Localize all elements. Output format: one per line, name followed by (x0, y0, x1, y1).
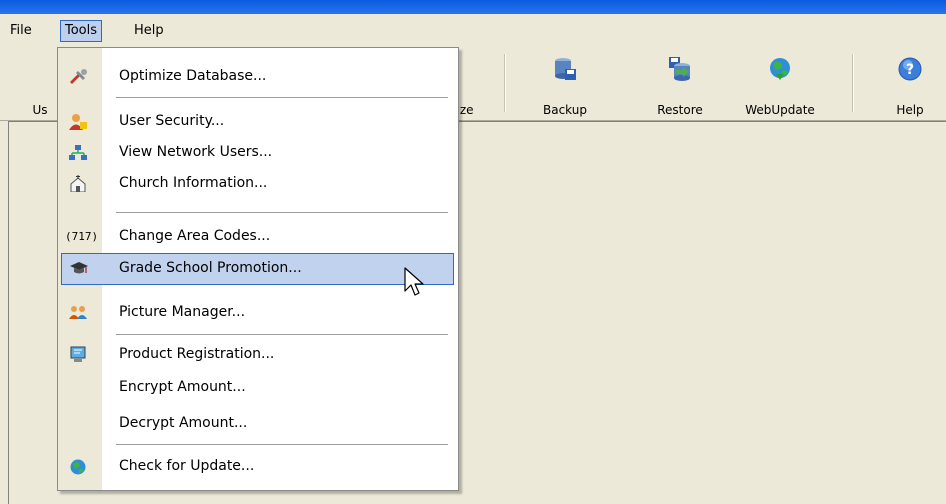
menu-item-grade-school-promotion[interactable]: Grade School Promotion... (61, 253, 454, 285)
user-lock-icon (69, 114, 87, 130)
menu-item-label: Optimize Database... (119, 68, 267, 84)
menu-item-decrypt-amount[interactable]: Decrypt Amount... (58, 408, 458, 438)
area-code-icon: (717) (65, 230, 99, 243)
menu-item-label: User Security... (119, 113, 225, 129)
menu-item-check-for-update[interactable]: Check for Update... (58, 451, 458, 481)
menu-item-view-network-users[interactable]: View Network Users... (58, 137, 458, 167)
graduation-cap-icon (70, 262, 88, 274)
people-icon (69, 306, 87, 319)
database-backup-icon (555, 58, 576, 80)
toolbar-backup-button[interactable]: Backup (530, 48, 600, 120)
help-icon: ? (898, 57, 922, 81)
menu-file[interactable]: File (6, 21, 36, 41)
title-bar (0, 0, 946, 14)
menu-item-church-information[interactable]: Church Information... (58, 168, 458, 198)
menu-item-picture-manager[interactable]: Picture Manager... (58, 297, 458, 327)
toolbar-restore-button[interactable]: Restore (645, 48, 715, 120)
globe-update-icon (770, 58, 790, 80)
tools-dropdown-menu: Optimize Database... User Security... Vi… (57, 47, 459, 491)
toolbar-button-label: Us (32, 103, 48, 117)
menu-separator (116, 212, 448, 214)
menu-separator (116, 334, 448, 336)
toolbar-help-button[interactable]: ? Help (880, 48, 940, 120)
toolbar-button-label: Help (896, 103, 924, 117)
network-icon (69, 145, 87, 160)
menu-item-optimize-database[interactable]: Optimize Database... (58, 61, 458, 91)
toolbar-separator (504, 54, 506, 112)
menu-item-label: Picture Manager... (119, 304, 246, 320)
toolbar-users-button[interactable]: Us (20, 48, 60, 120)
menu-item-label: Change Area Codes... (119, 228, 271, 244)
menu-tools[interactable]: Tools (60, 20, 103, 42)
menu-item-label: View Network Users... (119, 144, 273, 160)
menu-item-product-registration[interactable]: Product Registration... (58, 339, 458, 369)
mouse-cursor-icon (404, 267, 424, 296)
globe-icon (70, 459, 86, 475)
registration-icon (70, 346, 86, 362)
menu-item-label: Grade School Promotion... (119, 260, 302, 276)
toolbar-button-label: WebUpdate (745, 103, 815, 117)
database-restore-icon (669, 57, 690, 81)
church-icon (70, 175, 86, 192)
menu-help[interactable]: Help (130, 21, 168, 41)
menu-item-label: Church Information... (119, 175, 268, 191)
menu-item-user-security[interactable]: User Security... (58, 106, 458, 136)
toolbar-button-label: Backup (543, 103, 587, 117)
menu-item-label: Encrypt Amount... (119, 379, 246, 395)
toolbar-button-label: Restore (657, 103, 703, 117)
menu-item-label: Product Registration... (119, 346, 275, 362)
toolbar-webupdate-button[interactable]: WebUpdate (740, 48, 820, 120)
toolbar-separator (852, 54, 854, 112)
svg-text:?: ? (906, 62, 914, 78)
wrench-tools-icon (70, 69, 87, 84)
menu-item-label: Check for Update... (119, 458, 255, 474)
menu-item-change-area-codes[interactable]: (717) Change Area Codes... (58, 221, 458, 251)
menu-bar: File Tools Help (0, 14, 946, 48)
menu-separator (116, 444, 448, 446)
menu-separator (116, 97, 448, 99)
menu-item-label: Decrypt Amount... (119, 415, 248, 431)
menu-item-encrypt-amount[interactable]: Encrypt Amount... (58, 372, 458, 402)
